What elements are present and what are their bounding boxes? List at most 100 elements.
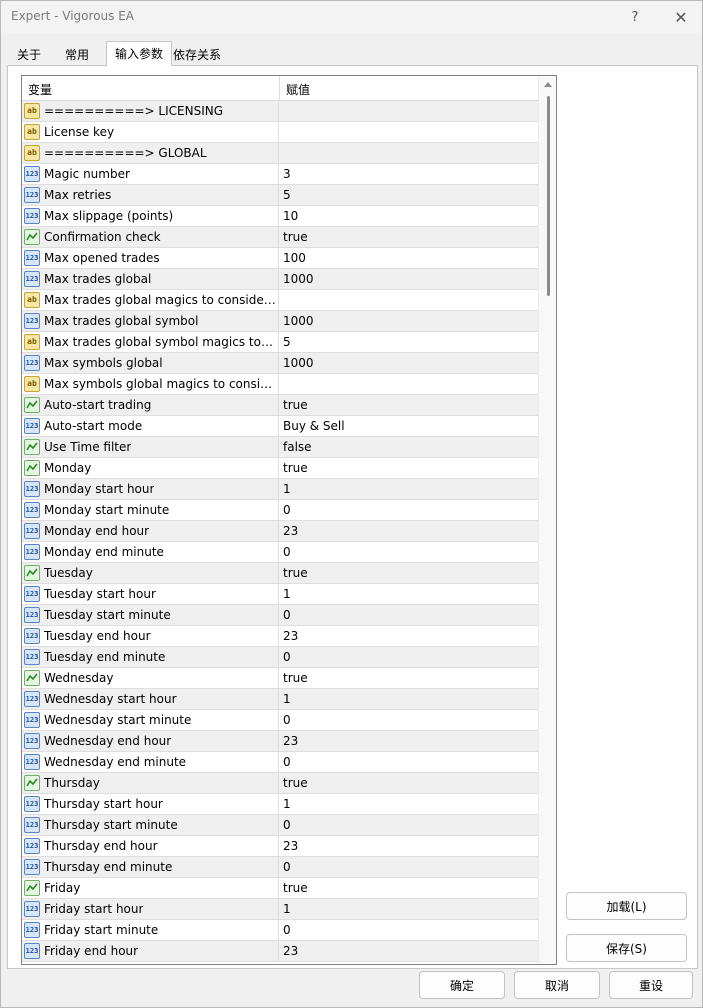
variable-cell[interactable]: Confirmation check bbox=[22, 227, 279, 247]
parameter-value[interactable] bbox=[280, 374, 538, 394]
variable-cell[interactable]: 123 Wednesday start minute bbox=[22, 710, 279, 730]
parameter-value[interactable]: 0 bbox=[280, 815, 538, 835]
parameter-value[interactable]: false bbox=[280, 437, 538, 457]
tab-common[interactable]: 常用 bbox=[57, 43, 97, 65]
table-row[interactable]: Use Time filter false bbox=[22, 437, 538, 458]
parameter-value[interactable] bbox=[280, 101, 538, 121]
variable-cell[interactable]: ab ==========> GLOBAL bbox=[22, 143, 279, 163]
table-row[interactable]: Tuesday true bbox=[22, 563, 538, 584]
parameter-value[interactable]: 5 bbox=[280, 185, 538, 205]
column-separator[interactable] bbox=[279, 76, 280, 101]
close-button[interactable]: ✕ bbox=[667, 5, 695, 29]
table-row[interactable]: ab Max trades global symbol magics to ...… bbox=[22, 332, 538, 353]
variable-cell[interactable]: ab Max trades global symbol magics to ... bbox=[22, 332, 279, 352]
parameter-value[interactable]: 100 bbox=[280, 248, 538, 268]
table-row[interactable]: ab ==========> LICENSING bbox=[22, 101, 538, 122]
table-row[interactable]: ab License key bbox=[22, 122, 538, 143]
variable-cell[interactable]: 123 Tuesday end hour bbox=[22, 626, 279, 646]
parameter-value[interactable]: 23 bbox=[280, 521, 538, 541]
parameter-value[interactable] bbox=[280, 290, 538, 310]
table-row[interactable]: 123 Monday start minute 0 bbox=[22, 500, 538, 521]
tab-about[interactable]: 关于 bbox=[9, 43, 49, 65]
parameter-value[interactable]: 1 bbox=[280, 794, 538, 814]
table-row[interactable]: 123 Wednesday start hour 1 bbox=[22, 689, 538, 710]
variable-cell[interactable]: 123 Max trades global bbox=[22, 269, 279, 289]
variable-cell[interactable]: ab Max trades global magics to consider..… bbox=[22, 290, 279, 310]
table-row[interactable]: 123 Thursday start minute 0 bbox=[22, 815, 538, 836]
table-row[interactable]: 123 Max slippage (points) 10 bbox=[22, 206, 538, 227]
parameter-value[interactable]: 0 bbox=[280, 920, 538, 940]
parameter-value[interactable]: 0 bbox=[280, 542, 538, 562]
parameter-value[interactable]: Buy & Sell bbox=[280, 416, 538, 436]
parameter-value[interactable]: 23 bbox=[280, 731, 538, 751]
table-row[interactable]: 123 Monday end hour 23 bbox=[22, 521, 538, 542]
parameter-value[interactable]: 0 bbox=[280, 647, 538, 667]
variable-cell[interactable]: Wednesday bbox=[22, 668, 279, 688]
table-row[interactable]: 123 Friday end hour 23 bbox=[22, 941, 538, 962]
scroll-up-arrow-icon[interactable] bbox=[544, 82, 552, 87]
parameter-value[interactable]: true bbox=[280, 458, 538, 478]
variable-cell[interactable]: 123 Friday start minute bbox=[22, 920, 279, 940]
variable-cell[interactable]: ab ==========> LICENSING bbox=[22, 101, 279, 121]
parameter-value[interactable]: 3 bbox=[280, 164, 538, 184]
variable-cell[interactable]: Thursday bbox=[22, 773, 279, 793]
table-row[interactable]: Auto-start trading true bbox=[22, 395, 538, 416]
variable-cell[interactable]: 123 Monday start minute bbox=[22, 500, 279, 520]
table-row[interactable]: 123 Thursday end hour 23 bbox=[22, 836, 538, 857]
variable-cell[interactable]: Friday bbox=[22, 878, 279, 898]
table-row[interactable]: 123 Friday start hour 1 bbox=[22, 899, 538, 920]
variable-cell[interactable]: 123 Max slippage (points) bbox=[22, 206, 279, 226]
parameter-value[interactable]: 23 bbox=[280, 626, 538, 646]
table-row[interactable]: Friday true bbox=[22, 878, 538, 899]
table-row[interactable]: 123 Monday start hour 1 bbox=[22, 479, 538, 500]
variable-cell[interactable]: 123 Wednesday end minute bbox=[22, 752, 279, 772]
table-row[interactable]: Wednesday true bbox=[22, 668, 538, 689]
reset-button[interactable]: 重设 bbox=[609, 971, 693, 999]
variable-cell[interactable]: 123 Thursday start hour bbox=[22, 794, 279, 814]
parameter-value[interactable]: 1000 bbox=[280, 311, 538, 331]
variable-cell[interactable]: 123 Max trades global symbol bbox=[22, 311, 279, 331]
parameter-value[interactable]: 1000 bbox=[280, 269, 538, 289]
table-row[interactable]: ab Max trades global magics to consider..… bbox=[22, 290, 538, 311]
table-row[interactable]: 123 Monday end minute 0 bbox=[22, 542, 538, 563]
table-row[interactable]: 123 Auto-start mode Buy & Sell bbox=[22, 416, 538, 437]
parameter-value[interactable]: true bbox=[280, 395, 538, 415]
variable-cell[interactable]: 123 Max symbols global bbox=[22, 353, 279, 373]
parameter-value[interactable]: 23 bbox=[280, 836, 538, 856]
parameter-value[interactable]: 23 bbox=[280, 941, 538, 961]
table-row[interactable]: 123 Tuesday start minute 0 bbox=[22, 605, 538, 626]
variable-cell[interactable]: 123 Tuesday end minute bbox=[22, 647, 279, 667]
variable-cell[interactable]: 123 Auto-start mode bbox=[22, 416, 279, 436]
help-button[interactable]: ? bbox=[621, 5, 649, 29]
ok-button[interactable]: 确定 bbox=[419, 971, 505, 999]
parameter-value[interactable]: true bbox=[280, 227, 538, 247]
cancel-button[interactable]: 取消 bbox=[514, 971, 600, 999]
variable-cell[interactable]: 123 Max retries bbox=[22, 185, 279, 205]
table-row[interactable]: 123 Tuesday end minute 0 bbox=[22, 647, 538, 668]
table-row[interactable]: 123 Max trades global 1000 bbox=[22, 269, 538, 290]
parameter-value[interactable]: true bbox=[280, 563, 538, 583]
variable-cell[interactable]: ab Max symbols global magics to consid... bbox=[22, 374, 279, 394]
parameter-value[interactable]: true bbox=[280, 878, 538, 898]
table-row[interactable]: 123 Wednesday start minute 0 bbox=[22, 710, 538, 731]
table-row[interactable]: Confirmation check true bbox=[22, 227, 538, 248]
variable-cell[interactable]: 123 Monday start hour bbox=[22, 479, 279, 499]
parameter-value[interactable]: 0 bbox=[280, 857, 538, 877]
table-row[interactable]: 123 Tuesday end hour 23 bbox=[22, 626, 538, 647]
vertical-scrollbar[interactable] bbox=[538, 76, 556, 964]
variable-cell[interactable]: 123 Monday end hour bbox=[22, 521, 279, 541]
table-row[interactable]: 123 Max retries 5 bbox=[22, 185, 538, 206]
variable-cell[interactable]: 123 Wednesday start hour bbox=[22, 689, 279, 709]
variable-cell[interactable]: 123 Wednesday end hour bbox=[22, 731, 279, 751]
parameter-value[interactable]: 1000 bbox=[280, 353, 538, 373]
variable-cell[interactable]: 123 Magic number bbox=[22, 164, 279, 184]
parameter-value[interactable]: 1 bbox=[280, 584, 538, 604]
table-row[interactable]: Monday true bbox=[22, 458, 538, 479]
tab-inputs[interactable]: 输入参数 bbox=[106, 41, 173, 66]
table-row[interactable]: 123 Max trades global symbol 1000 bbox=[22, 311, 538, 332]
parameter-value[interactable]: true bbox=[280, 773, 538, 793]
column-header-value[interactable]: 赋值 bbox=[286, 81, 310, 98]
table-row[interactable]: 123 Max symbols global 1000 bbox=[22, 353, 538, 374]
parameters-grid[interactable]: 变量 赋值 ab ==========> LICENSING ab License k… bbox=[21, 75, 557, 965]
table-row[interactable]: 123 Thursday start hour 1 bbox=[22, 794, 538, 815]
